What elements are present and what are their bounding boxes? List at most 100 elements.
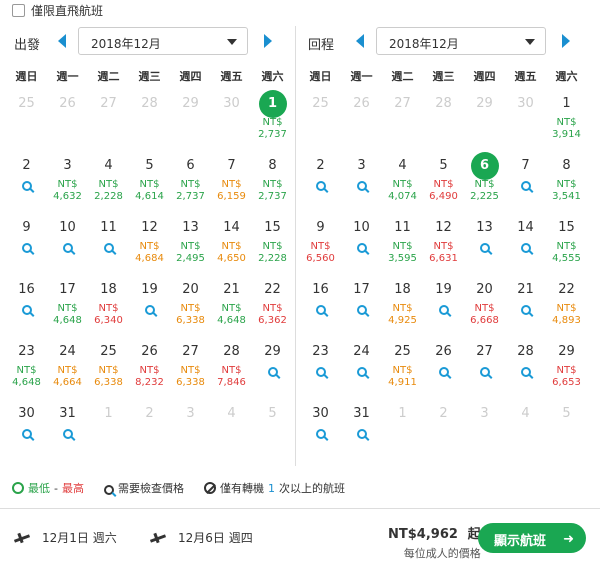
direct-only-checkbox[interactable]: 僅限直飛航班: [12, 2, 103, 19]
depart-day-cell[interactable]: 23 NT$ 4,648: [6, 342, 47, 404]
depart-day-cell[interactable]: 20 NT$ 6,338: [170, 280, 211, 342]
depart-day-cell[interactable]: 30: [6, 404, 47, 466]
return-day-cell[interactable]: 20 NT$ 6,668: [464, 280, 505, 342]
depart-day-cell[interactable]: 10: [47, 218, 88, 280]
depart-day-cell[interactable]: 17 NT$ 4,648: [47, 280, 88, 342]
depart-day-cell[interactable]: 18 NT$ 6,340: [88, 280, 129, 342]
arrow-right-icon: ➜: [563, 532, 574, 547]
depart-day-cell[interactable]: 13 NT$ 2,495: [170, 218, 211, 280]
return-day-cell[interactable]: 16: [300, 280, 341, 342]
return-day-cell[interactable]: 2: [300, 156, 341, 218]
search-icon[interactable]: [356, 305, 367, 315]
return-day-cell[interactable]: 23: [300, 342, 341, 404]
depart-day-cell[interactable]: 11: [88, 218, 129, 280]
return-day-cell[interactable]: 12 NT$ 6,631: [423, 218, 464, 280]
return-day-cell[interactable]: 10: [341, 218, 382, 280]
depart-day-cell[interactable]: 3 NT$ 4,632: [47, 156, 88, 218]
panel-divider: [295, 26, 296, 466]
return-day-cell[interactable]: 6 NT$ 2,225: [464, 152, 505, 218]
depart-next-month-icon[interactable]: [264, 34, 272, 48]
show-flights-button[interactable]: 顯示航班 ➜: [478, 523, 586, 553]
depart-day-cell[interactable]: 24 NT$ 4,664: [47, 342, 88, 404]
depart-day-cell[interactable]: 6 NT$ 2,737: [170, 156, 211, 218]
search-icon[interactable]: [103, 243, 114, 253]
depart-day-cell[interactable]: 4 NT$ 2,228: [88, 156, 129, 218]
return-day-cell[interactable]: 3: [341, 156, 382, 218]
return-summary: 12月6日 週四: [150, 529, 253, 546]
return-day-cell[interactable]: 18 NT$ 4,925: [382, 280, 423, 342]
return-day-cell[interactable]: 1 NT$ 3,914: [546, 94, 587, 156]
return-day-cell[interactable]: 8 NT$ 3,541: [546, 156, 587, 218]
return-day-cell[interactable]: 29 NT$ 6,653: [546, 342, 587, 404]
search-icon[interactable]: [315, 429, 326, 439]
search-icon[interactable]: [21, 181, 32, 191]
depart-day-cell[interactable]: 7 NT$ 6,159: [211, 156, 252, 218]
return-day-cell[interactable]: 9 NT$ 6,560: [300, 218, 341, 280]
search-icon[interactable]: [62, 243, 73, 253]
search-icon[interactable]: [315, 367, 326, 377]
return-day-cell[interactable]: 28: [505, 342, 546, 404]
depart-day-cell[interactable]: 26 NT$ 8,232: [129, 342, 170, 404]
search-icon[interactable]: [267, 367, 278, 377]
depart-day-cell[interactable]: 22 NT$ 6,362: [252, 280, 293, 342]
return-day-cell[interactable]: 17: [341, 280, 382, 342]
depart-day-cell[interactable]: 2: [6, 156, 47, 218]
return-day-cell[interactable]: 14: [505, 218, 546, 280]
search-icon[interactable]: [520, 181, 531, 191]
checkbox-box[interactable]: [12, 4, 25, 17]
search-icon[interactable]: [479, 243, 490, 253]
depart-day-cell[interactable]: 8 NT$ 2,737: [252, 156, 293, 218]
search-icon[interactable]: [356, 181, 367, 191]
search-icon[interactable]: [356, 243, 367, 253]
search-icon[interactable]: [21, 429, 32, 439]
search-icon[interactable]: [438, 305, 449, 315]
search-icon[interactable]: [479, 367, 490, 377]
return-day-cell[interactable]: 11 NT$ 3,595: [382, 218, 423, 280]
return-day-cell[interactable]: 22 NT$ 4,893: [546, 280, 587, 342]
return-prev-month-icon[interactable]: [356, 34, 364, 48]
depart-day-cell[interactable]: 21 NT$ 4,648: [211, 280, 252, 342]
depart-day-cell[interactable]: 25 NT$ 6,338: [88, 342, 129, 404]
return-day-cell[interactable]: 5 NT$ 6,490: [423, 156, 464, 218]
depart-day-cell[interactable]: 12 NT$ 4,684: [129, 218, 170, 280]
search-icon[interactable]: [144, 305, 155, 315]
return-day-cell[interactable]: 19: [423, 280, 464, 342]
search-icon[interactable]: [21, 305, 32, 315]
depart-day-cell[interactable]: 29: [252, 342, 293, 404]
search-icon[interactable]: [356, 367, 367, 377]
depart-day-cell[interactable]: 1 NT$ 2,737: [252, 90, 293, 156]
return-day-cell[interactable]: 31: [341, 404, 382, 466]
search-icon[interactable]: [520, 367, 531, 377]
search-icon[interactable]: [520, 305, 531, 315]
depart-day-cell[interactable]: 5 NT$ 4,614: [129, 156, 170, 218]
depart-day-cell[interactable]: 31: [47, 404, 88, 466]
return-day-cell[interactable]: 27: [464, 342, 505, 404]
depart-month-select[interactable]: 2018年12月: [78, 27, 248, 55]
depart-day-cell[interactable]: 27 NT$ 6,338: [170, 342, 211, 404]
search-icon[interactable]: [21, 243, 32, 253]
return-day-cell[interactable]: 26: [423, 342, 464, 404]
return-day-cell[interactable]: 7: [505, 156, 546, 218]
return-month-select[interactable]: 2018年12月: [376, 27, 546, 55]
depart-day-cell[interactable]: 28 NT$ 7,846: [211, 342, 252, 404]
return-next-month-icon[interactable]: [562, 34, 570, 48]
depart-day-cell[interactable]: 19: [129, 280, 170, 342]
depart-day-cell[interactable]: 9: [6, 218, 47, 280]
depart-day-cell[interactable]: 15 NT$ 2,228: [252, 218, 293, 280]
depart-prev-month-icon[interactable]: [58, 34, 66, 48]
search-icon[interactable]: [315, 181, 326, 191]
return-day-cell[interactable]: 24: [341, 342, 382, 404]
return-day-cell[interactable]: 25 NT$ 4,911: [382, 342, 423, 404]
search-icon[interactable]: [438, 367, 449, 377]
depart-day-cell[interactable]: 14 NT$ 4,650: [211, 218, 252, 280]
return-day-cell[interactable]: 13: [464, 218, 505, 280]
return-day-cell[interactable]: 4 NT$ 4,074: [382, 156, 423, 218]
depart-day-cell[interactable]: 16: [6, 280, 47, 342]
search-icon[interactable]: [315, 305, 326, 315]
return-day-cell[interactable]: 15 NT$ 4,555: [546, 218, 587, 280]
return-day-cell[interactable]: 21: [505, 280, 546, 342]
search-icon[interactable]: [520, 243, 531, 253]
search-icon[interactable]: [356, 429, 367, 439]
search-icon[interactable]: [62, 429, 73, 439]
return-day-cell[interactable]: 30: [300, 404, 341, 466]
